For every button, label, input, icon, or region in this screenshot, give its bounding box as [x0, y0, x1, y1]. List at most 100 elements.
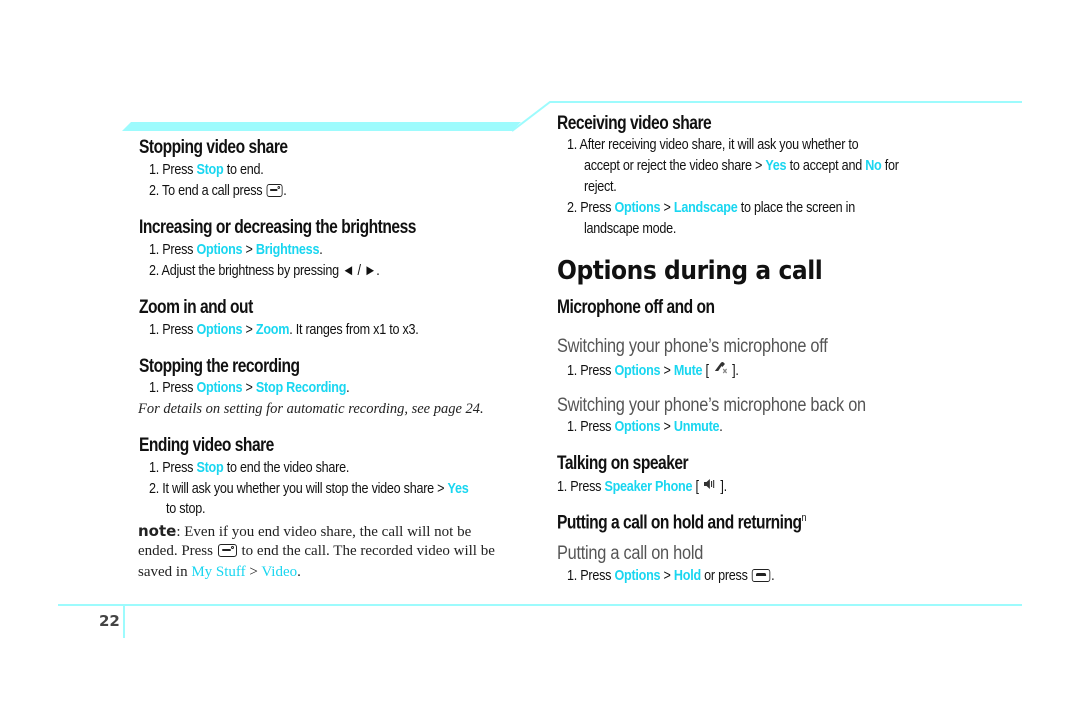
heading-zoom: Zoom in and out [139, 297, 253, 318]
text: ]. [717, 478, 727, 495]
text: 2. Press [567, 199, 615, 216]
step-receiving-1-cont2: reject. [584, 178, 617, 195]
mute-icon [712, 359, 729, 378]
cross-reference-note: For details on setting for automatic rec… [138, 401, 484, 417]
text: . [297, 564, 301, 580]
softkey-stop: Stop [196, 161, 224, 178]
text: 1. Press [567, 567, 615, 584]
subheading-mic-off: Switching your phone’s microphone off [557, 336, 828, 357]
text: . [283, 182, 287, 199]
step-hold-1: 1. Press Options > Hold or press . [567, 567, 775, 584]
menu-stop-recording: Stop Recording [255, 379, 347, 396]
text: . [319, 241, 323, 258]
text: > [660, 418, 674, 435]
text: saved in [138, 564, 192, 580]
menu-options: Options [196, 241, 243, 258]
text: > [660, 362, 674, 379]
heading-hold: Putting a call on hold and returningn [557, 512, 807, 534]
menu-options: Options [614, 362, 661, 379]
text: 1. Press [567, 418, 615, 435]
text: ended. Press [138, 543, 217, 559]
text: > [242, 241, 256, 258]
text: 1. Press [149, 321, 197, 338]
softkey-no: No [865, 157, 882, 174]
text: > [660, 567, 674, 584]
text: to accept and [786, 157, 866, 174]
text: > [660, 199, 674, 216]
softkey-speaker-phone: Speaker Phone [604, 478, 693, 495]
step-brightness-1: 1. Press Options > Brightness. [149, 241, 323, 258]
text: 1. Press [557, 478, 605, 495]
menu-options: Options [196, 379, 243, 396]
step-brightness-2: 2. Adjust the brightness by pressing ◄ /… [149, 262, 380, 279]
text: . [771, 567, 775, 584]
text: accept or reject the video share > [584, 157, 766, 174]
text: Putting a call on hold and returning [557, 512, 802, 534]
step-receiving-1-cont: accept or reject the video share > Yes t… [584, 157, 899, 174]
step-ending-2: 2. It will ask you whether you will stop… [149, 480, 469, 497]
step-ending-2-cont: to stop. [166, 500, 206, 517]
menu-brightness: Brightness [255, 241, 320, 258]
text: to end the video share. [223, 459, 350, 476]
text: 2. To end a call press [149, 182, 266, 199]
page-number: 22 [99, 612, 120, 630]
text: 2. It will ask you whether you will stop… [149, 480, 448, 497]
menu-unmute: Unmute [673, 418, 720, 435]
text: [ [692, 478, 702, 495]
step-stop-1: 1. Press Stop to end. [149, 161, 264, 178]
softkey-yes: Yes [447, 480, 469, 497]
text: > [245, 564, 262, 580]
note-label: note [138, 522, 177, 540]
text: or press [700, 567, 751, 584]
menu-mute: Mute [673, 362, 703, 379]
end-call-key-icon [266, 184, 283, 197]
text: 1. Press [149, 161, 197, 178]
heading-receiving-video-share: Receiving video share [557, 113, 712, 134]
subheading-hold: Putting a call on hold [557, 543, 704, 564]
heading-microphone: Microphone off and on [557, 297, 715, 318]
text: ]. [728, 362, 739, 379]
step-ending-1: 1. Press Stop to end the video share. [149, 459, 349, 476]
softkey-stop: Stop [196, 459, 224, 476]
text: 1. Press [567, 362, 615, 379]
footer-rule [58, 604, 1022, 606]
header-decoration [122, 101, 1022, 132]
menu-my-stuff: My Stuff [191, 564, 246, 580]
text: 1. Press [149, 459, 197, 476]
step-stop-2: 2. To end a call press . [149, 182, 287, 199]
text: : Even if you end video share, the call … [176, 524, 472, 540]
menu-options: Options [196, 321, 243, 338]
end-call-key-icon [217, 544, 237, 557]
text: for [881, 157, 899, 174]
footnote-marker: n [801, 512, 807, 524]
text: . It ranges from x1 to x3. [289, 321, 419, 338]
menu-options: Options [614, 418, 661, 435]
menu-options: Options [614, 567, 661, 584]
step-receiving-2-cont: landscape mode. [584, 220, 677, 237]
text: to place the screen in [737, 199, 855, 216]
text: 1. Press [149, 379, 197, 396]
text: . [346, 379, 350, 396]
text: . [719, 418, 723, 435]
step-mute-1: 1. Press Options > Mute [ ]. [567, 359, 739, 379]
step-zoom-1: 1. Press Options > Zoom. It ranges from … [149, 321, 419, 338]
heading-ending-video-share: Ending video share [139, 435, 274, 456]
footer-divider [123, 604, 125, 638]
text: to end. [223, 161, 264, 178]
menu-landscape: Landscape [673, 199, 738, 216]
text: 1. Press [149, 241, 197, 258]
step-speaker-1: 1. Press Speaker Phone [ ]. [557, 477, 727, 495]
note-line-1: note: Even if you end video share, the c… [138, 522, 471, 541]
text: [ [702, 362, 713, 379]
heading-stopping-video-share: Stopping video share [139, 137, 288, 158]
step-stop-recording-1: 1. Press Options > Stop Recording. [149, 379, 350, 396]
step-unmute-1: 1. Press Options > Unmute. [567, 418, 723, 435]
heading-brightness: Increasing or decreasing the brightness [139, 217, 416, 238]
header-band [122, 122, 521, 131]
softkey-yes: Yes [765, 157, 787, 174]
section-title: Options during a call [557, 256, 823, 286]
menu-hold: Hold [673, 567, 701, 584]
end-key-icon [751, 569, 771, 582]
heading-speaker: Talking on speaker [557, 453, 689, 474]
heading-stop-recording: Stopping the recording [139, 356, 300, 377]
